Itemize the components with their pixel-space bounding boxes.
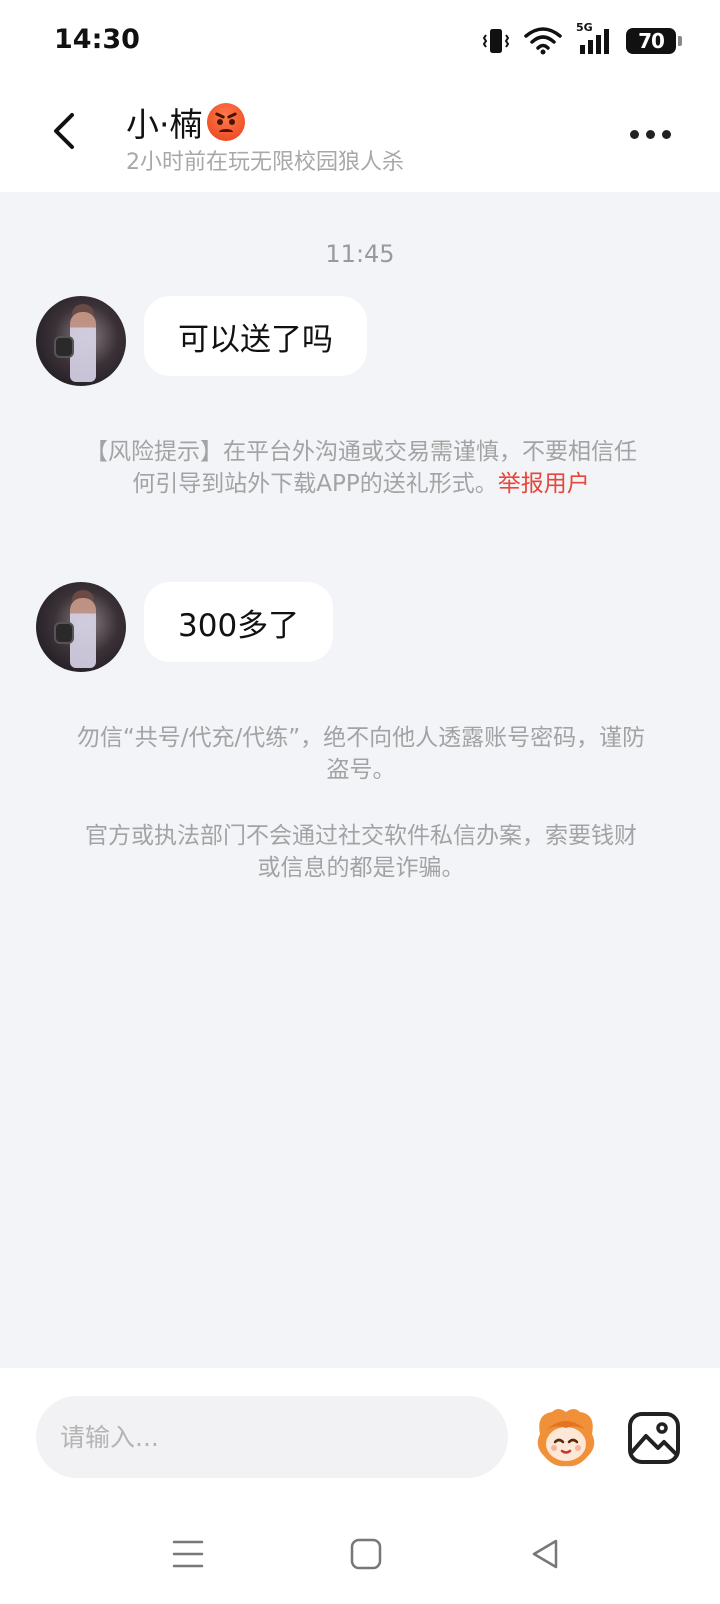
contact-name[interactable]: 小·楠	[126, 98, 245, 146]
message-row: 可以送了吗	[36, 296, 367, 386]
message-text: 300多了	[178, 607, 300, 644]
mascot-sticker-icon	[537, 1409, 595, 1467]
wifi-icon	[524, 27, 562, 55]
home-icon	[350, 1538, 382, 1570]
chevron-left-icon	[54, 113, 74, 149]
risk-warning-notice: 【风险提示】在平台外沟通或交易需谨慎，不要相信任何引导到站外下载APP的送礼形式…	[76, 436, 646, 500]
message-row: 300多了	[36, 582, 334, 672]
contact-name-text: 小·楠	[126, 105, 203, 144]
contact-avatar[interactable]	[36, 582, 126, 672]
status-bar: 14:30 5G 70	[0, 0, 720, 84]
account-warning-notice: 勿信“共号/代充/代练”，绝不向他人透露账号密码，谨防盗号。	[76, 725, 646, 783]
message-bubble[interactable]: 300多了	[144, 582, 334, 662]
vibrate-icon	[482, 26, 510, 56]
nav-menu-button[interactable]	[168, 1536, 208, 1572]
nav-home-button[interactable]	[348, 1536, 384, 1572]
chat-header: 小·楠 2小时前在玩无限校园狼人杀	[0, 84, 720, 192]
report-user-link[interactable]: 举报用户	[498, 471, 590, 497]
image-icon	[628, 1412, 680, 1464]
more-dot	[661, 129, 671, 139]
back-triangle-icon	[532, 1539, 558, 1569]
fraud-warning-notice: 官方或执法部门不会通过社交软件私信办案，索要钱财或信息的都是诈骗。	[85, 823, 637, 881]
contact-status: 2小时前在玩无限校园狼人杀	[126, 150, 404, 175]
more-options-button[interactable]	[620, 114, 680, 154]
message-text: 可以送了吗	[178, 321, 333, 358]
nav-back-button[interactable]	[528, 1536, 564, 1572]
chat-screen: 14:30 5G 70 小·楠 2小时前在玩无限校园狼人杀 11:45 可以送了…	[0, 0, 720, 1604]
status-time: 14:30	[54, 24, 140, 55]
5g-signal-icon: 5G	[576, 21, 612, 55]
angry-face-emoji-icon	[206, 103, 245, 141]
message-timestamp: 11:45	[325, 240, 395, 268]
contact-avatar[interactable]	[36, 296, 126, 386]
battery-level: 70	[638, 29, 665, 53]
battery-icon: 70	[626, 28, 682, 54]
back-button[interactable]	[38, 106, 88, 156]
menu-icon	[172, 1540, 204, 1568]
system-nav-bar	[0, 1500, 720, 1604]
network-label: 5G	[576, 21, 593, 34]
status-icons: 5G 70	[482, 21, 682, 56]
image-button[interactable]	[624, 1408, 684, 1468]
more-dot	[629, 129, 639, 139]
more-dot	[645, 129, 655, 139]
message-bubble[interactable]: 可以送了吗	[144, 296, 367, 376]
mascot-sticker-button[interactable]	[532, 1404, 600, 1472]
message-input[interactable]	[36, 1396, 508, 1478]
